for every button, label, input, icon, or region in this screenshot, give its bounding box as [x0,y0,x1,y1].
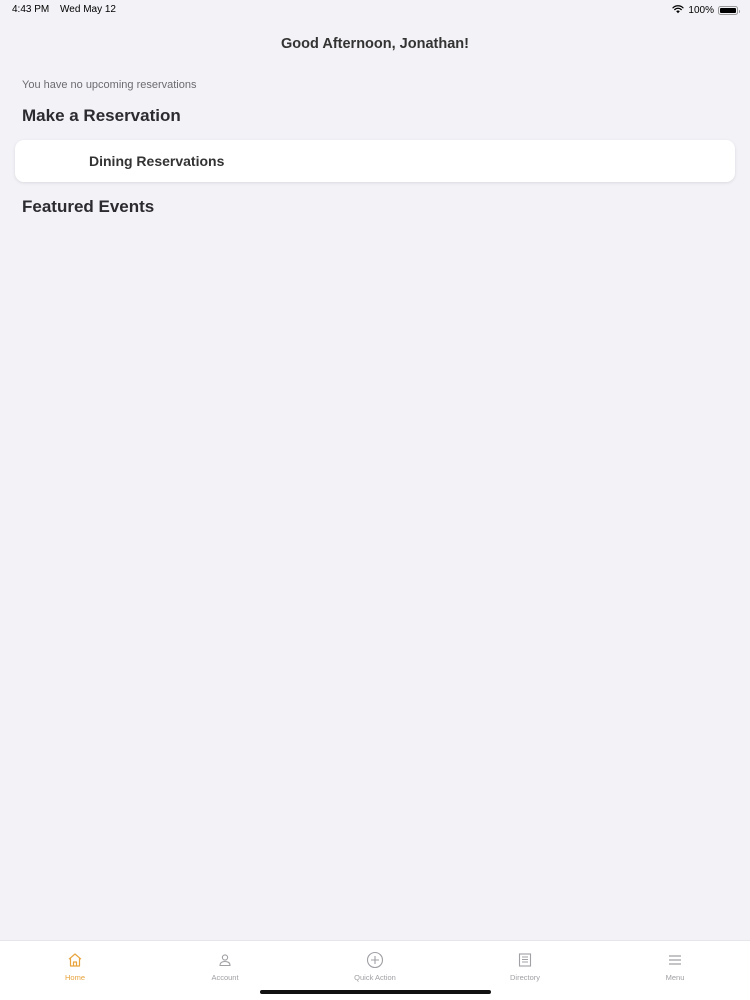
make-reservation-heading: Make a Reservation [22,106,181,125]
tab-home[interactable]: Home [0,941,150,1000]
menu-icon [666,951,684,969]
account-icon [216,951,234,969]
featured-events-heading: Featured Events [22,197,155,216]
status-left: 4:43 PM Wed May 12 [12,4,116,15]
status-date: Wed May 12 [60,4,116,15]
greeting-title: Good Afternoon, Jonathan! [281,36,469,52]
wifi-icon [672,4,685,17]
tab-menu[interactable]: Menu [600,941,750,1000]
battery-icon [718,6,740,15]
dining-reservations-button[interactable]: Dining Reservations [15,140,735,182]
home-screen: 4:43 PM Wed May 12 100% Good Afternoon, … [0,0,750,1000]
home-indicator[interactable] [260,990,491,994]
battery-fill [720,8,736,13]
status-time: 4:43 PM [12,4,50,15]
tab-directory-label: Directory [509,973,540,982]
tab-menu-label: Menu [665,973,685,982]
battery-percentage: 100% [688,5,714,16]
tab-home-label: Home [64,973,85,982]
no-reservations-message: You have no upcoming reservations [22,79,197,91]
status-right: 100% [672,4,740,17]
tab-account-label: Account [211,973,239,982]
tab-quick-action-label: Quick Action [354,973,396,982]
status-bar: 4:43 PM Wed May 12 100% [0,0,750,20]
directory-icon [516,951,534,969]
plus-circle-icon [366,951,384,969]
home-icon [66,951,84,969]
dining-reservations-label: Dining Reservations [89,153,225,169]
